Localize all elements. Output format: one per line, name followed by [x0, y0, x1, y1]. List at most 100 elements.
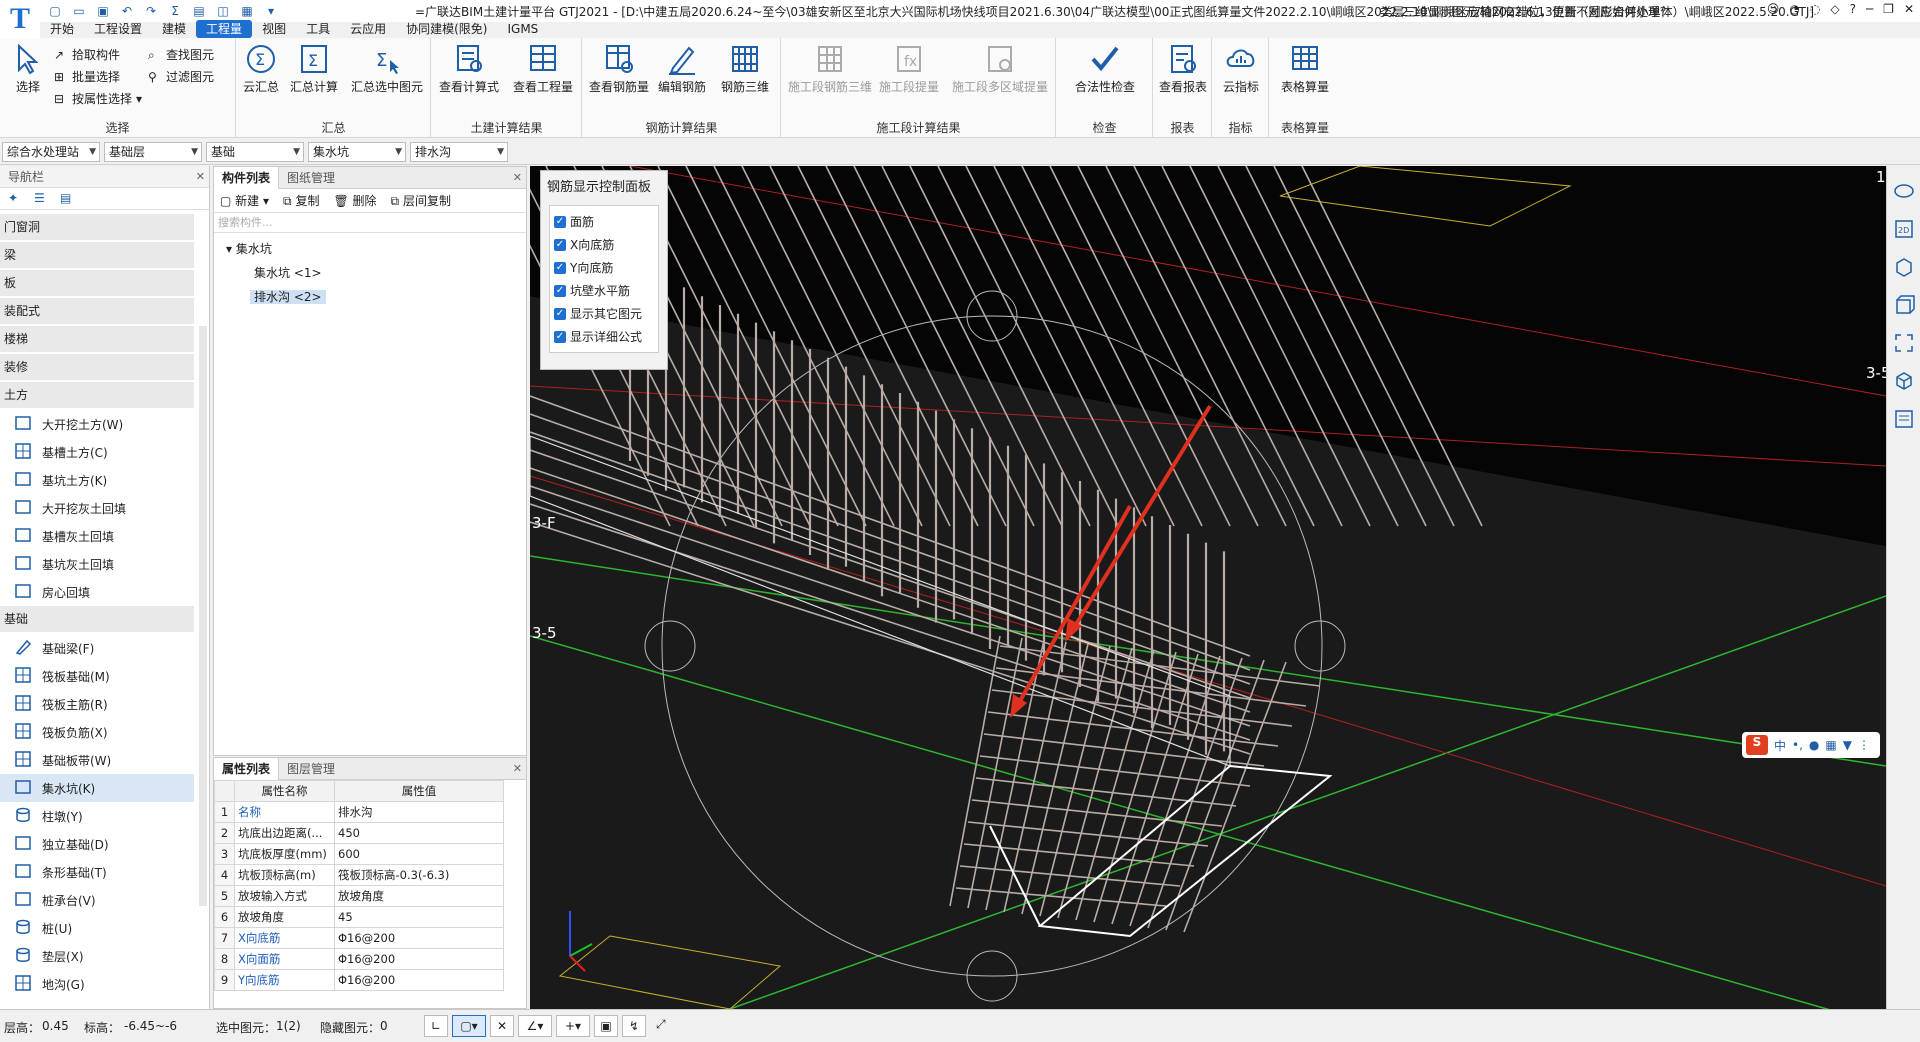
layer-icon[interactable]: ◫ [214, 2, 232, 20]
nav-item-earth-1[interactable]: 基槽土方(C) [0, 438, 194, 466]
nav-category-3[interactable]: 装配式 [0, 298, 194, 324]
nav-item-foundation-8[interactable]: 条形基础(T) [0, 858, 194, 886]
segment-extract-button[interactable]: fx 施工段提量 [874, 42, 944, 95]
filter-element-button[interactable]: ⚲ 过滤图元 [148, 68, 214, 85]
tree-root[interactable]: ▾ 集水坑 [226, 237, 526, 261]
floor-copy-button[interactable]: ⧉ 层间复制 [391, 192, 451, 209]
view-rebar-button[interactable]: 查看钢筋量 [587, 42, 651, 95]
property-row[interactable]: 4 坑板顶标高(m) 筏板顶标高-0.3(-6.3) [214, 864, 504, 886]
menu-item-7[interactable]: 协同建模(限免) [396, 20, 497, 38]
property-row[interactable]: 3 坑底板厚度(mm) 600 [214, 843, 504, 865]
rebar-option-3[interactable]: ✓ 坑壁水平筋 [554, 279, 654, 302]
select-by-attr-button[interactable]: ⊟ 按属性选择 ▾ [54, 90, 142, 107]
nav-item-foundation-3[interactable]: 筏板负筋(X) [0, 718, 194, 746]
property-row[interactable]: 7 X向底筋 Φ16@200 [214, 927, 504, 949]
nav-item-foundation-7[interactable]: 独立基础(D) [0, 830, 194, 858]
rotate-icon[interactable] [1893, 180, 1915, 202]
rebar-option-1[interactable]: ✓ X向底筋 [554, 233, 654, 256]
settings-list-icon[interactable] [1893, 408, 1915, 430]
view-icon[interactable]: ▤ [190, 2, 208, 20]
checkbox-checked-icon[interactable]: ✓ [554, 307, 566, 320]
property-row[interactable]: 6 放坡角度 45 [214, 906, 504, 928]
nav-category-1[interactable]: 梁 [0, 242, 194, 268]
nav-category-4[interactable]: 楼梯 [0, 326, 194, 352]
property-value[interactable]: 筏板顶标高-0.3(-6.3) [334, 864, 504, 886]
segment-rebar-3d-button[interactable]: 施工段钢筋三维 [788, 42, 872, 95]
sum-icon[interactable]: Σ [166, 2, 184, 20]
pin-icon[interactable]: ✦ [8, 191, 26, 207]
view-quantity-button[interactable]: 查看工程量 [508, 42, 578, 95]
tab-component-list[interactable]: 构件列表 [214, 167, 280, 189]
property-row[interactable]: 5 放坡输入方式 放坡角度 [214, 885, 504, 907]
close-icon[interactable]: ✕ [513, 762, 522, 775]
rebar-option-5[interactable]: ✓ 显示详细公式 [554, 325, 654, 348]
close-icon[interactable]: ✕ [513, 171, 522, 184]
tab-property-list[interactable]: 属性列表 [214, 758, 280, 780]
checkbox-checked-icon[interactable]: ✓ [554, 215, 566, 228]
property-row[interactable]: 8 X向面筋 Φ16@200 [214, 948, 504, 970]
copy-component-button[interactable]: ⧉ 复制 [283, 192, 319, 209]
tab-drawing-management[interactable]: 图纸管理 [279, 167, 343, 189]
nav-category-0[interactable]: 门窗洞 [0, 214, 194, 240]
detail-view-icon[interactable]: ▤ [60, 191, 78, 207]
help-icon[interactable]: ? [1850, 2, 1856, 16]
nav-item-earth-5[interactable]: 基坑灰土回填 [0, 550, 194, 578]
floor-select[interactable]: 基础层 ▼ [104, 142, 202, 162]
delete-component-button[interactable]: 🗑 删除 [333, 192, 376, 209]
new-component-button[interactable]: ▢ 新建 ▾ [220, 192, 269, 209]
nav-item-earth-6[interactable]: 房心回填 [0, 578, 194, 606]
nav-item-earth-4[interactable]: 基槽灰土回填 [0, 522, 194, 550]
help-hint[interactable]: 类层三维显示图元/轴网有错位，位置不对应如何处理？ [1380, 3, 1672, 20]
bell-icon[interactable]: ◔ [1789, 2, 1799, 16]
app-logo[interactable]: T [0, 0, 40, 38]
nav-item-foundation-9[interactable]: 桩承台(V) [0, 886, 194, 914]
component-select[interactable]: 排水沟 ▼ [410, 142, 508, 162]
nav-item-earth-0[interactable]: 大开挖土方(W) [0, 410, 194, 438]
fit-view-icon[interactable] [1893, 332, 1915, 354]
close-icon[interactable]: ✕ [1904, 2, 1914, 16]
menu-item-4[interactable]: 视图 [252, 20, 296, 38]
table-calc-button[interactable]: 表格算量 [1276, 42, 1334, 95]
checkbox-checked-icon[interactable]: ✓ [554, 238, 566, 251]
orthogonal-button[interactable]: ∟ [424, 1015, 448, 1037]
restore-icon[interactable]: ❐ [1883, 2, 1894, 16]
component-type-select[interactable]: 集水坑 ▼ [308, 142, 406, 162]
menu-item-0[interactable]: 开始 [40, 20, 84, 38]
menu-item-2[interactable]: 建模 [152, 20, 196, 38]
menu-item-5[interactable]: 工具 [296, 20, 340, 38]
tree-item-sump[interactable]: 集水坑 <1> [226, 261, 526, 285]
ime-toolbar[interactable]: S 中 •, ● ▦ ▼ ⋮ [1742, 732, 1880, 758]
3d-viewport[interactable]: 3-F 3-5 3-5 1 S 中 •, ● ▦ ▼ ⋮ [530, 166, 1886, 1009]
curve-button[interactable]: ↯ [622, 1015, 646, 1037]
checkbox-checked-icon[interactable]: ✓ [554, 330, 566, 343]
property-value[interactable]: 600 [334, 843, 504, 865]
property-value[interactable]: 450 [334, 822, 504, 844]
nav-item-foundation-6[interactable]: 柱墩(Y) [0, 802, 194, 830]
rebar-option-4[interactable]: ✓ 显示其它图元 [554, 302, 654, 325]
property-value[interactable]: 排水沟 [334, 801, 504, 823]
nav-item-earth-3[interactable]: 大开挖灰土回填 [0, 494, 194, 522]
view-formula-button[interactable]: 查看计算式 [436, 42, 502, 95]
list-view-icon[interactable]: ☰ [34, 191, 52, 207]
category-select[interactable]: 基础 ▼ [206, 142, 304, 162]
share-icon[interactable]: ◇ [1830, 2, 1839, 16]
nav-item-foundation-0[interactable]: 基础梁(F) [0, 634, 194, 662]
more-icon[interactable]: ▾ [262, 2, 280, 20]
menu-item-1[interactable]: 工程设置 [84, 20, 152, 38]
nav-item-foundation-12[interactable]: 地沟(G) [0, 970, 194, 998]
undo-icon[interactable]: ↶ [118, 2, 136, 20]
property-value[interactable]: Φ16@200 [334, 948, 504, 970]
menu-item-6[interactable]: 云应用 [340, 20, 396, 38]
cloud-sum-button[interactable]: Σ 云汇总 [239, 42, 283, 95]
open-file-icon[interactable]: ▭ [70, 2, 88, 20]
nav-category-foundation[interactable]: 基础 [0, 606, 194, 632]
snap-button[interactable]: +▾ [556, 1015, 590, 1037]
new-file-icon[interactable]: ▢ [46, 2, 64, 20]
find-element-button[interactable]: ⌕ 查找图元 [148, 46, 214, 63]
sum-selected-button[interactable]: Σ 汇总选中图元 [345, 42, 429, 95]
chat-icon[interactable]: ◌ [1810, 2, 1820, 16]
batch-select-button[interactable]: ⊞ 批量选择 [54, 68, 120, 85]
box-view-icon[interactable] [1893, 294, 1915, 316]
rebar-3d-scene[interactable]: 3-F 3-5 3-5 1 [530, 166, 1886, 1009]
nav-category-2[interactable]: 板 [0, 270, 194, 296]
